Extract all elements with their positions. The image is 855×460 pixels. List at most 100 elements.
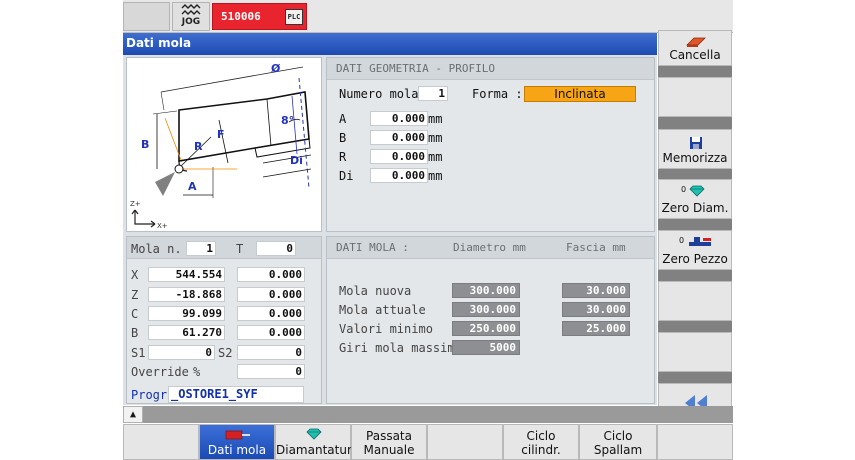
ciclo-spallam-tab[interactable]: Ciclo Spallam (579, 424, 657, 460)
softkey-bottom-empty-8[interactable] (657, 424, 733, 460)
ciclo-spa-label-1: Ciclo (603, 429, 633, 443)
eraser-icon (686, 37, 706, 47)
plc-badge: PLC (285, 9, 303, 25)
memorizza-button[interactable]: Memorizza (658, 129, 732, 169)
ciclo-cil-label-2: cilindr. (521, 443, 561, 457)
ciclo-spa-label-2: Spallam (593, 443, 643, 457)
giri-mola-label: Giri mola massimi (339, 341, 462, 355)
s2-field: 0 (237, 345, 305, 360)
geo-field-a[interactable]: 0.000 (370, 111, 428, 126)
geo-label-a: A (339, 112, 347, 126)
mola-nuova-diametro[interactable]: 300.000 (452, 283, 520, 298)
axis-b-distance: 0.000 (237, 325, 305, 340)
label-f: F (217, 128, 225, 141)
diamond-icon (689, 185, 705, 197)
alarm-indicator[interactable]: 510006 PLC (212, 3, 307, 30)
softkey-right-empty-7[interactable] (658, 332, 732, 372)
page-title: Dati mola (123, 33, 657, 55)
geo-label-di: Di (339, 169, 354, 183)
cancella-button[interactable]: Cancella (658, 30, 732, 66)
passata-label-1: Passata (366, 429, 412, 443)
zero-diam-button[interactable]: 0 Zero Diam. (658, 179, 732, 219)
wheel-data-header: DATI MOLA : Diametro mm Fascia mm (327, 237, 654, 259)
softkey-right-empty-2[interactable] (658, 77, 732, 117)
dati-mola-label: Dati mola (207, 443, 267, 457)
jog-mode-indicator: JOG (172, 2, 210, 31)
save-icon (690, 137, 702, 149)
ciclo-cilindr-tab[interactable]: Ciclo cilindr. (503, 424, 579, 460)
alarm-number: 510006 (221, 10, 261, 23)
zero-pezzo-button[interactable]: 0 Zero Pezzo (658, 230, 732, 270)
mola-n-label: Mola n. (131, 242, 182, 256)
geo-field-r[interactable]: 0.000 (370, 149, 428, 164)
s1-label: S1 (131, 346, 146, 360)
override-field: 0 (237, 364, 305, 379)
axis-c-distance: 0.000 (237, 306, 305, 321)
jog-wave-icon (181, 4, 201, 15)
diamantatura-tab[interactable]: Diamantatura (275, 424, 360, 460)
softkey-separator (658, 321, 732, 332)
geo-field-b[interactable]: 0.000 (370, 130, 428, 145)
forma-label: Forma : (472, 87, 523, 101)
passata-manuale-tab[interactable]: Passata Manuale (351, 424, 427, 460)
label-x-plus: X+ (157, 222, 168, 230)
giri-mola-value[interactable]: 5000 (452, 340, 520, 355)
expand-softkeys-button[interactable]: ▲ (123, 406, 143, 423)
mola-attuale-label: Mola attuale (339, 303, 426, 317)
softkey-separator (658, 372, 732, 383)
zero-pezzo-label: Zero Pezzo (662, 252, 728, 266)
axis-z-distance: 0.000 (237, 287, 305, 302)
mola-attuale-diametro[interactable]: 300.000 (452, 302, 520, 317)
axis-x-distance: 0.000 (237, 267, 305, 282)
status-cell-empty-1 (123, 2, 170, 31)
label-r: R (194, 140, 203, 153)
geo-label-r: R (339, 150, 347, 164)
wheel-profile-diagram: Ø 8° B R F Di A Z+ X+ (130, 62, 312, 230)
override-label: Override (131, 365, 189, 379)
numero-mola-label: Numero mola (339, 87, 419, 101)
axis-label-c: C (131, 307, 139, 321)
diamantatura-label: Diamantatura (276, 443, 360, 457)
wheel-data-title: DATI MOLA : (336, 241, 409, 254)
s1-field: 0 (148, 345, 215, 360)
geo-label-b: B (339, 131, 347, 145)
softkey-separator (658, 270, 732, 281)
softkey-separator (658, 169, 732, 179)
mola-n-field: 1 (186, 241, 216, 256)
softkey-bottom-empty-5[interactable] (427, 424, 503, 460)
zero-symbol: 0 (679, 236, 685, 245)
wheel-data-panel: DATI MOLA : Diametro mm Fascia mm (326, 236, 655, 404)
forma-select[interactable]: Inclinata (524, 86, 636, 102)
softkey-bottom-empty-1[interactable] (123, 424, 199, 460)
axis-label-z: Z (131, 288, 139, 302)
cancella-label: Cancella (669, 48, 721, 62)
mola-attuale-fascia[interactable]: 30.000 (562, 302, 630, 317)
softkey-right-empty-6[interactable] (658, 281, 732, 321)
axis-x-position: 544.554 (148, 267, 225, 282)
label-di: Di (290, 154, 303, 167)
col-diametro-header: Diametro mm (453, 241, 526, 254)
status-message-area (308, 2, 731, 31)
valori-minimo-label: Valori minimo (339, 322, 433, 336)
override-unit: % (193, 365, 201, 379)
geo-unit-b: mm (428, 131, 443, 145)
chevron-up-icon: ▲ (129, 409, 137, 420)
numero-mola-field[interactable]: 1 (418, 86, 448, 101)
softkey-separator (658, 117, 732, 129)
valori-minimo-fascia[interactable]: 25.000 (562, 321, 630, 336)
memorizza-label: Memorizza (662, 151, 728, 165)
axis-c-position: 99.099 (148, 306, 225, 321)
t-label: T (236, 242, 244, 256)
passata-label-2: Manuale (363, 443, 415, 457)
geometry-panel-header: DATI GEOMETRIA - PROFILO (327, 58, 654, 80)
valori-minimo-diametro[interactable]: 250.000 (452, 321, 520, 336)
program-name-field: _OSTORE1_SYF (168, 386, 304, 403)
axis-b-position: 61.270 (148, 325, 225, 340)
mola-nuova-fascia[interactable]: 30.000 (562, 283, 630, 298)
axis-z-position: -18.868 (148, 287, 225, 302)
softkey-separator (658, 219, 732, 230)
dati-mola-tab[interactable]: Dati mola (199, 424, 275, 460)
geo-field-di[interactable]: 0.000 (370, 168, 428, 183)
geo-unit-r: mm (428, 150, 443, 164)
phi-dimension-line (160, 66, 304, 93)
